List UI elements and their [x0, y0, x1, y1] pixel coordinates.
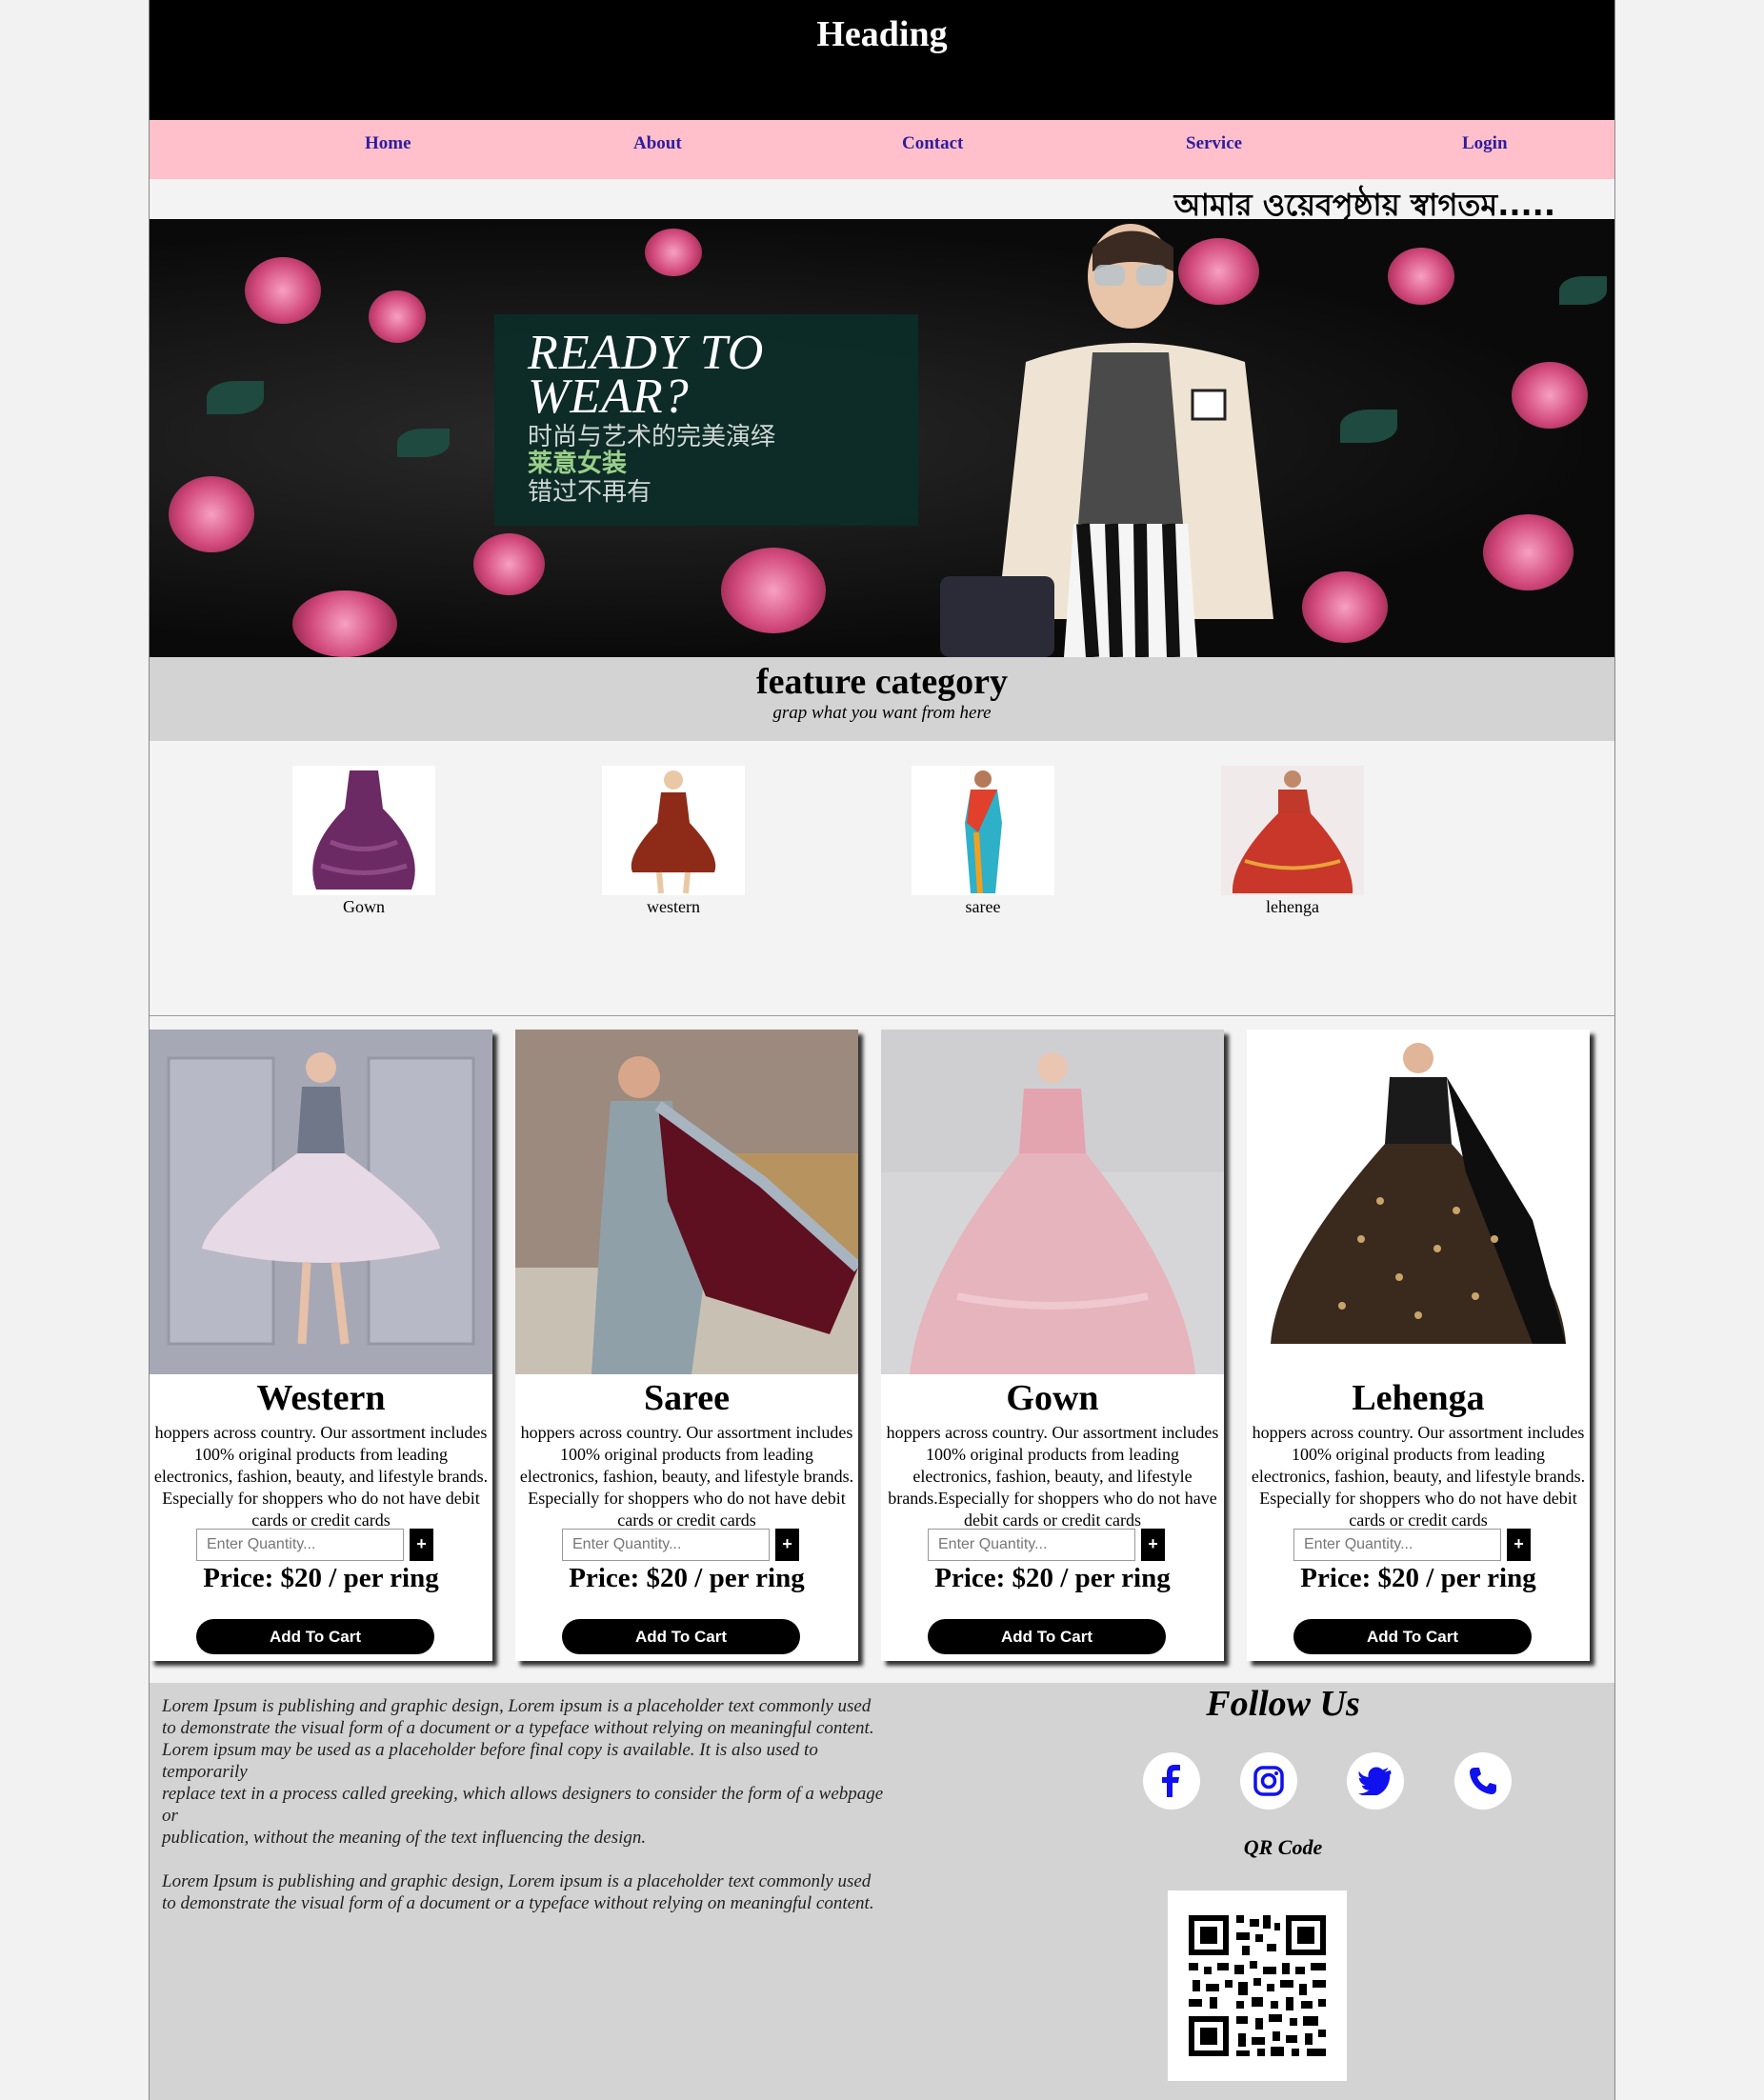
category-western[interactable]: western	[602, 766, 745, 917]
product-description: hoppers across country. Our assortment i…	[1251, 1423, 1586, 1530]
add-to-cart-button[interactable]: Add To Cart	[1293, 1619, 1532, 1654]
header: Heading	[150, 0, 1614, 120]
qr-code-image	[1168, 1890, 1347, 2081]
nav-login-link[interactable]: Login	[1462, 133, 1508, 154]
product-card-western: Western hoppers across country. Our asso…	[150, 1030, 492, 1661]
product-title: Gown	[1006, 1378, 1099, 1418]
feature-title: feature category	[755, 662, 1009, 702]
quantity-input[interactable]: Enter Quantity...	[1293, 1529, 1501, 1561]
nav-bar: Home About Contact Service Login	[150, 120, 1614, 179]
nav-contact-link[interactable]: Contact	[902, 133, 963, 154]
saree-thumbnail[interactable]	[912, 766, 1054, 895]
product-card-gown: Gown hoppers across country. Our assortm…	[881, 1030, 1224, 1661]
facebook-icon[interactable]	[1143, 1752, 1200, 1810]
page-title: Heading	[816, 14, 948, 54]
category-saree[interactable]: saree	[912, 766, 1054, 917]
product-description: hoppers across country. Our assortment i…	[153, 1423, 489, 1530]
quantity-input[interactable]: Enter Quantity...	[562, 1529, 770, 1561]
footer-paragraph-2: Lorem Ipsum is publishing and graphic de…	[162, 1871, 874, 1913]
quantity-plus-button[interactable]: +	[1141, 1529, 1165, 1561]
western-thumbnail[interactable]	[602, 766, 745, 895]
quantity-plus-button[interactable]: +	[410, 1529, 433, 1561]
phone-icon[interactable]	[1454, 1752, 1512, 1810]
product-description: hoppers across country. Our assortment i…	[886, 1423, 1219, 1530]
product-card-lehenga: Lehenga hoppers across country. Our asso…	[1247, 1030, 1590, 1661]
footer-text: Lorem Ipsum is publishing and graphic de…	[162, 1695, 886, 1914]
footer-paragraph-1: Lorem Ipsum is publishing and graphic de…	[162, 1696, 884, 1848]
gown-thumbnail[interactable]	[292, 766, 435, 895]
product-title: Lehenga	[1352, 1378, 1485, 1418]
category-label: Gown	[343, 897, 385, 916]
product-title: Saree	[643, 1378, 731, 1418]
quantity-plus-button[interactable]: +	[775, 1529, 799, 1561]
quantity-input[interactable]: Enter Quantity...	[196, 1529, 404, 1561]
product-price: Price: $20 / per ring	[569, 1563, 805, 1593]
quantity-plus-button[interactable]: +	[1507, 1529, 1531, 1561]
product-price: Price: $20 / per ring	[1300, 1563, 1536, 1593]
category-label: saree	[965, 897, 1001, 916]
lehenga-thumbnail[interactable]	[1221, 766, 1364, 895]
product-description: hoppers across country. Our assortment i…	[519, 1423, 854, 1530]
nav-service-link[interactable]: Service	[1186, 133, 1242, 154]
category-gown[interactable]: Gown	[292, 766, 435, 917]
category-lehenga[interactable]: lehenga	[1221, 766, 1364, 917]
add-to-cart-button[interactable]: Add To Cart	[562, 1619, 800, 1654]
promo-box: READY TO WEAR? 时尚与艺术的完美演绎 莱意女装 错过不再有	[494, 314, 918, 526]
instagram-icon[interactable]	[1240, 1752, 1297, 1810]
product-price: Price: $20 / per ring	[203, 1563, 439, 1593]
category-label: western	[647, 897, 700, 916]
add-to-cart-button[interactable]: Add To Cart	[196, 1619, 434, 1654]
twitter-icon[interactable]	[1347, 1752, 1404, 1810]
product-card-saree: Saree hoppers across country. Our assort…	[515, 1030, 858, 1661]
section-divider	[150, 1015, 1614, 1016]
feature-category-header: feature category grap what you want from…	[150, 657, 1614, 741]
western-product-image	[150, 1030, 492, 1374]
qr-code-label: QR Code	[1243, 1835, 1323, 1859]
lehenga-product-image	[1247, 1030, 1590, 1374]
product-price: Price: $20 / per ring	[934, 1563, 1171, 1593]
hero-banner: READY TO WEAR? 时尚与艺术的完美演绎 莱意女装 错过不再有	[150, 219, 1614, 657]
add-to-cart-button[interactable]: Add To Cart	[928, 1619, 1166, 1654]
footer: Lorem Ipsum is publishing and graphic de…	[150, 1683, 1614, 2100]
feature-subtitle: grap what you want from here	[772, 703, 992, 723]
product-title: Western	[256, 1378, 386, 1418]
promo-headline-2: WEAR?	[528, 370, 690, 424]
model-image	[940, 224, 1273, 657]
quantity-input[interactable]: Enter Quantity...	[928, 1529, 1135, 1561]
category-label: lehenga	[1266, 897, 1319, 916]
saree-product-image	[515, 1030, 858, 1374]
nav-about-link[interactable]: About	[633, 133, 682, 154]
follow-us-heading: Follow Us	[1206, 1684, 1360, 1724]
promo-line-5: 错过不再有	[528, 478, 652, 507]
gown-product-image	[881, 1030, 1224, 1374]
nav-home-link[interactable]: Home	[365, 133, 411, 154]
page: Heading Home About Contact Service Login…	[149, 0, 1615, 2100]
